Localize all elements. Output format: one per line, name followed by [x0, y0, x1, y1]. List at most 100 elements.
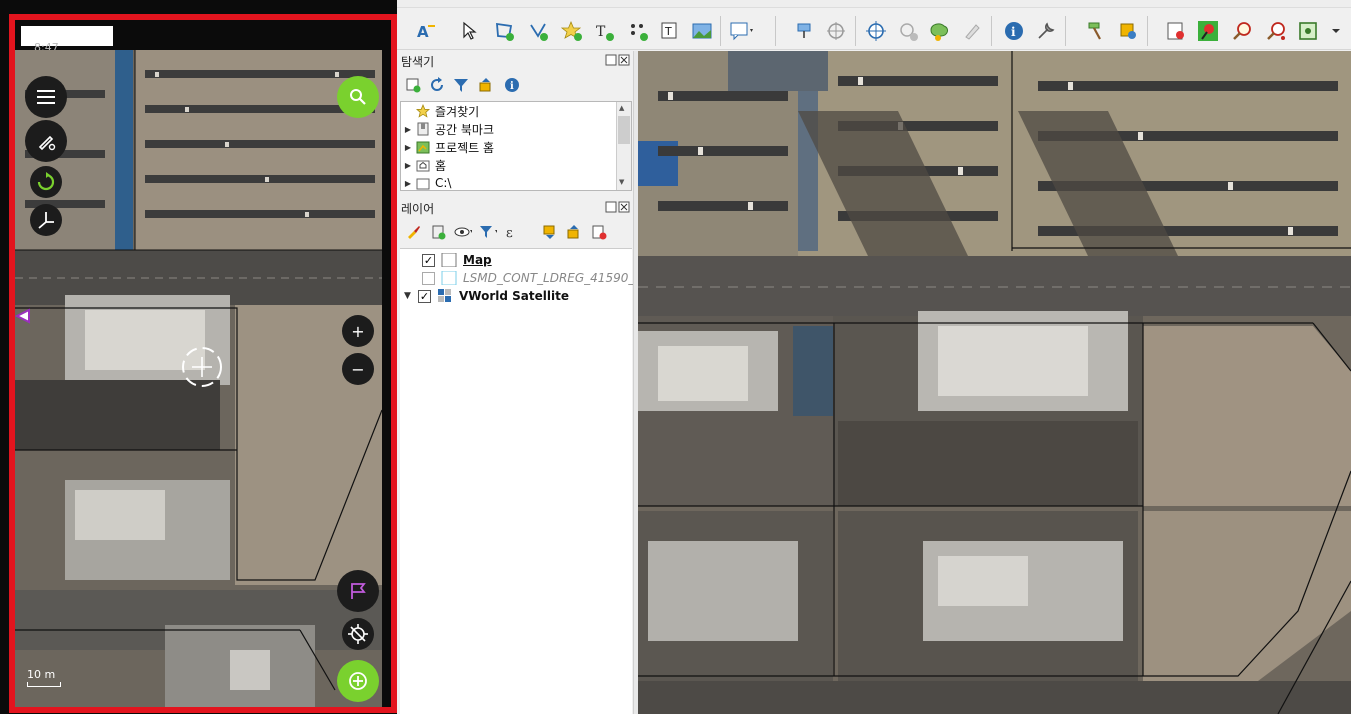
- layer-row-map[interactable]: ✓ Map: [422, 251, 492, 269]
- red-highlight-border: [9, 14, 397, 713]
- tree-item-label: 즐겨찾기: [435, 104, 480, 119]
- scroll-down-arrow-icon[interactable]: ▼: [619, 178, 624, 186]
- edit-attributes-button[interactable]: [959, 18, 985, 44]
- svg-text:i: i: [510, 81, 514, 92]
- scroll-thumb[interactable]: [618, 116, 630, 144]
- text-annotation-icon: T: [596, 24, 614, 41]
- extent-frame-icon: [1299, 22, 1317, 40]
- chevron-down-icon[interactable]: ▼: [404, 291, 418, 301]
- layer-row-vworld-satellite[interactable]: ▼ ✓ VWorld Satellite: [404, 287, 569, 305]
- collapse-all-button[interactable]: [477, 76, 495, 94]
- zoom-extent-button[interactable]: [1295, 18, 1321, 44]
- group-layers-icon: [432, 225, 446, 240]
- gps-add-icon: [900, 23, 918, 41]
- vertex-tool-button[interactable]: [927, 18, 953, 44]
- layer-name: LSMD_CONT_LDREG_41590_2: [463, 271, 642, 285]
- add-polygon-button[interactable]: [491, 18, 517, 44]
- line-vertex-icon: [530, 23, 548, 41]
- star-add-icon: [561, 20, 582, 41]
- svg-text:A: A: [417, 23, 429, 41]
- image-landscape-icon: [692, 23, 712, 39]
- filter-button[interactable]: [452, 76, 470, 94]
- tree-item-spatial-bookmarks[interactable]: ▶ 공간 북마크: [401, 120, 494, 138]
- toolbar-separator: [855, 16, 856, 46]
- filter-legend-button[interactable]: [479, 223, 497, 241]
- expand-icon: [543, 225, 555, 239]
- tree-item-project-home[interactable]: ▶ 프로젝트 홈: [401, 138, 494, 156]
- pin-label-icon: [797, 23, 811, 38]
- pin-labels-button[interactable]: [791, 18, 817, 44]
- toolbar-separator: [1065, 16, 1066, 46]
- browser-panel-title: 탐색기: [401, 55, 435, 69]
- layer-symbol-outline-icon: [441, 270, 457, 286]
- layer-visibility-checkbox[interactable]: ✓: [418, 289, 431, 303]
- select-features-button[interactable]: [457, 18, 483, 44]
- georeference-button[interactable]: [863, 18, 889, 44]
- add-line-button[interactable]: [525, 18, 551, 44]
- scroll-up-arrow-icon[interactable]: ▲: [619, 104, 624, 112]
- bookmark-icon: [415, 122, 431, 136]
- satellite-imagery: [638, 51, 1351, 714]
- chevron-right-icon[interactable]: ▶: [401, 125, 415, 134]
- collapse-icon: [567, 225, 579, 239]
- python-console-button[interactable]: [1115, 18, 1141, 44]
- style-layer-button[interactable]: [404, 223, 422, 241]
- settings-wrench-button[interactable]: [1033, 18, 1059, 44]
- main-toolbar: A T T i: [397, 0, 1351, 50]
- add-gps-point-button[interactable]: [895, 18, 921, 44]
- layer-add-icon: [1167, 22, 1184, 40]
- zoom-search-button[interactable]: [1229, 18, 1255, 44]
- remove-layer-button[interactable]: [590, 223, 608, 241]
- filter-expression-button[interactable]: ε: [505, 223, 523, 241]
- manage-visibility-button[interactable]: [454, 223, 472, 241]
- polygon-vertex-icon: [496, 22, 514, 41]
- layer-symbol-square-icon: [441, 252, 457, 268]
- toolbar-overflow-button[interactable]: [1323, 18, 1349, 44]
- collapse-icon: [479, 78, 491, 92]
- browser-scrollbar[interactable]: ▲ ▼: [616, 102, 631, 190]
- speech-annotation-icon: [730, 22, 753, 41]
- add-group-button[interactable]: [429, 223, 447, 241]
- expand-all-button[interactable]: [541, 223, 559, 241]
- add-selected-button[interactable]: [404, 76, 422, 94]
- chevron-right-icon[interactable]: ▶: [401, 143, 415, 152]
- move-label-button[interactable]: [823, 18, 849, 44]
- layer-visibility-checkbox[interactable]: [422, 271, 435, 285]
- info-icon: i: [505, 78, 519, 92]
- zoom-selection-button[interactable]: [1263, 18, 1289, 44]
- chevron-right-icon[interactable]: ▶: [401, 179, 415, 188]
- layer-row-lsmd[interactable]: LSMD_CONT_LDREG_41590_2: [422, 269, 642, 287]
- panel-float-close-buttons[interactable]: [605, 201, 631, 216]
- text-frame-icon: T: [661, 22, 677, 39]
- chevron-right-icon[interactable]: ▶: [401, 161, 415, 170]
- processing-tools-button[interactable]: [1083, 18, 1109, 44]
- toolbar-separator: [991, 16, 992, 46]
- add-marker-button[interactable]: [625, 18, 651, 44]
- tree-item-home[interactable]: ▶ 홈: [401, 156, 446, 174]
- properties-info-button[interactable]: i: [503, 76, 521, 94]
- map-canvas[interactable]: [638, 51, 1351, 714]
- new-layer-button[interactable]: [1163, 18, 1189, 44]
- label-tool-button[interactable]: A: [413, 18, 439, 44]
- layer-visibility-checkbox[interactable]: ✓: [422, 253, 435, 267]
- float-close-icon: [605, 201, 630, 213]
- annotation-button[interactable]: [729, 18, 755, 44]
- add-point-button[interactable]: [559, 18, 585, 44]
- tree-item-label: 프로젝트 홈: [435, 140, 495, 155]
- toolbar-separator: [720, 16, 721, 46]
- refresh-button[interactable]: [428, 76, 446, 94]
- text-box-button[interactable]: T: [657, 18, 683, 44]
- collapse-all-layers-button[interactable]: [565, 223, 583, 241]
- chevron-down-icon: [1332, 29, 1340, 33]
- paintbrush-icon: [408, 226, 420, 239]
- pencil-disabled-icon: [965, 24, 980, 40]
- add-text-button[interactable]: T: [591, 18, 617, 44]
- label-abc-icon: A: [417, 23, 435, 41]
- tree-item-favorites[interactable]: 즐겨찾기: [401, 102, 479, 120]
- add-image-button[interactable]: [689, 18, 715, 44]
- tree-item-drive-c[interactable]: ▶ C:\: [401, 174, 452, 190]
- panel-float-close-buttons[interactable]: [605, 54, 631, 69]
- quickmapservices-button[interactable]: [1195, 18, 1221, 44]
- hammer-icon: [1088, 22, 1101, 40]
- identify-button[interactable]: i: [1001, 18, 1027, 44]
